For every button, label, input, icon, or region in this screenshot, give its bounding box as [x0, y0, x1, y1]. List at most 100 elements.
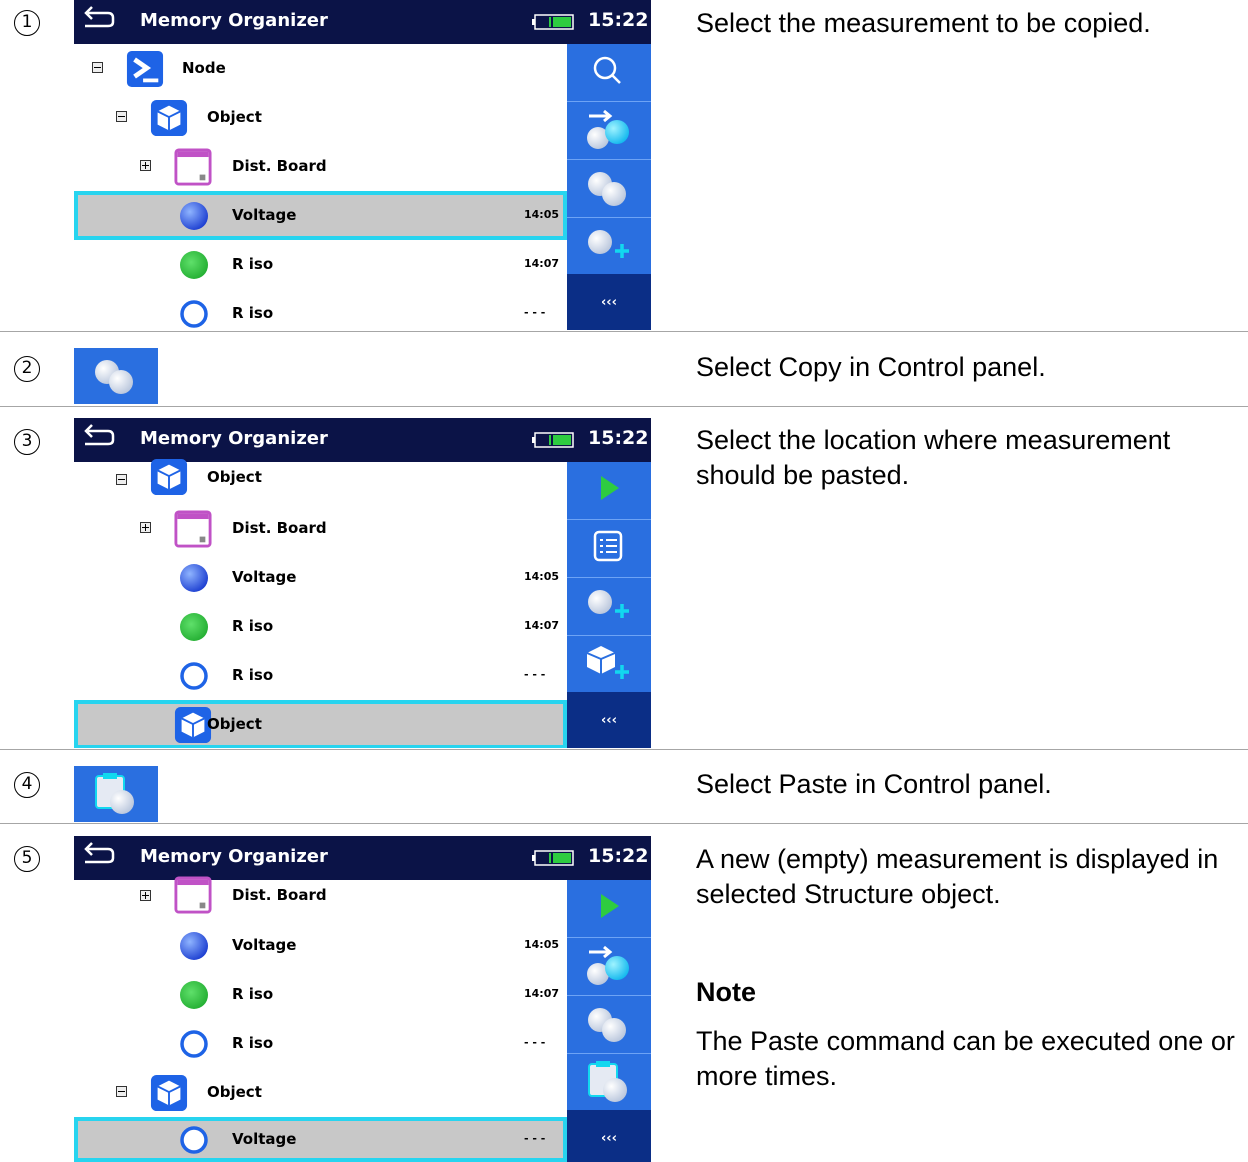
measurement-empty-icon [180, 1030, 208, 1058]
measurement-time: - - - [524, 306, 546, 319]
measurement-time: - - - [524, 1036, 546, 1049]
divider [0, 823, 1248, 824]
add-object-button[interactable] [567, 636, 651, 694]
paste-icon [583, 1060, 635, 1104]
copy-icon [583, 166, 635, 210]
tree-row-node[interactable]: Node [74, 44, 567, 93]
measurement-blue-icon [180, 564, 208, 592]
copy-button[interactable] [567, 160, 651, 218]
control-panel: ‹‹‹ [567, 462, 651, 748]
measurement-green-icon [180, 613, 208, 641]
tree-row-riso[interactable]: R iso 14:07 [74, 970, 567, 1019]
search-button[interactable] [567, 44, 651, 102]
tree-row-label: Voltage [232, 936, 297, 954]
collapse-icon[interactable] [92, 62, 103, 73]
battery-icon [532, 432, 574, 448]
measurement-time: 14:07 [524, 619, 560, 632]
add-object-icon [583, 642, 635, 686]
tree-row-label: Dist. Board [232, 886, 327, 904]
measurement-time: 14:07 [524, 987, 560, 1000]
tree-row-riso-empty[interactable]: R iso - - - [74, 1019, 567, 1068]
move-icon [583, 944, 635, 988]
collapse-icon[interactable] [116, 111, 127, 122]
step-5-description: A new (empty) measurement is displayed i… [696, 844, 1219, 909]
tree-row-label: R iso [232, 666, 274, 684]
tree-row-object[interactable]: Object [74, 93, 567, 142]
add-measurement-icon [583, 584, 635, 628]
tree-row-object[interactable]: Object [74, 456, 567, 505]
node-icon [126, 50, 164, 88]
collapse-icon[interactable] [116, 474, 127, 485]
start-button[interactable] [567, 880, 651, 938]
note-title: Note [696, 977, 756, 1007]
tree-row-label: Object [207, 468, 262, 486]
tree-row-label: Object [207, 108, 262, 126]
measurement-time: 14:05 [524, 208, 560, 221]
tree-row-voltage-new-selected[interactable]: Voltage - - - [74, 1117, 567, 1162]
expand-icon[interactable] [140, 890, 151, 901]
paste-button-large[interactable] [74, 766, 158, 822]
divider [0, 406, 1248, 407]
add-measurement-button[interactable] [567, 218, 651, 276]
collapse-icon[interactable] [116, 1086, 127, 1097]
divider [0, 749, 1248, 750]
tree-row-riso-empty[interactable]: R iso - - - [74, 651, 567, 700]
start-button[interactable] [567, 462, 651, 520]
battery-icon [532, 14, 574, 30]
screen-1: Memory Organizer 15:22 Node Object Dist.… [74, 0, 651, 330]
copy-icon [583, 1002, 635, 1046]
move-icon [583, 108, 635, 152]
back-arrow-icon[interactable] [82, 422, 116, 450]
tree-row-object[interactable]: Object [74, 1068, 567, 1117]
tree-row-label: Voltage [232, 1130, 297, 1148]
list-icon [583, 526, 635, 570]
view-button[interactable] [567, 520, 651, 578]
tree-row-label: R iso [232, 617, 274, 635]
screen-title: Memory Organizer [140, 846, 328, 867]
collapse-panel-button[interactable]: ‹‹‹ [567, 274, 651, 330]
measurement-empty-icon [180, 1126, 208, 1154]
collapse-panel-button[interactable]: ‹‹‹ [567, 692, 651, 748]
step-2-description: Select Copy in Control panel. [696, 352, 1046, 382]
measurement-time: 14:05 [524, 938, 560, 951]
tree-row-label: Node [182, 59, 226, 77]
step-number-2: 2 [14, 356, 40, 382]
clock: 15:22 [588, 9, 649, 31]
back-arrow-icon[interactable] [82, 4, 116, 32]
back-arrow-icon[interactable] [82, 840, 116, 868]
expand-icon[interactable] [140, 522, 151, 533]
tree-row-dist-board[interactable]: Dist. Board [74, 504, 567, 553]
copy-button[interactable] [567, 996, 651, 1054]
paste-button[interactable] [567, 1054, 651, 1112]
expand-icon[interactable] [140, 160, 151, 171]
tree-row-riso[interactable]: R iso 14:07 [74, 602, 567, 651]
tree-row-dist-board[interactable]: Dist. Board [74, 874, 567, 923]
tree-row-object-selected[interactable]: Object [74, 700, 567, 748]
tree-row-label: R iso [232, 304, 274, 322]
measurement-blue-icon [180, 932, 208, 960]
step-4-description: Select Paste in Control panel. [696, 769, 1052, 799]
screen-title: Memory Organizer [140, 428, 328, 449]
note-text: The Paste command can be executed one or… [696, 1026, 1235, 1091]
tree-row-voltage-selected[interactable]: Voltage 14:05 [74, 191, 567, 240]
tree-row-dist-board[interactable]: Dist. Board [74, 142, 567, 191]
tree-row-voltage[interactable]: Voltage 14:05 [74, 921, 567, 970]
tree-row-label: R iso [232, 985, 274, 1003]
tree-row-riso-empty[interactable]: R iso - - - [74, 289, 567, 330]
battery-icon [532, 850, 574, 866]
move-button[interactable] [567, 102, 651, 160]
tree-row-voltage[interactable]: Voltage 14:05 [74, 553, 567, 602]
move-button[interactable] [567, 938, 651, 996]
tree-row-label: Voltage [232, 568, 297, 586]
tree-row-riso[interactable]: R iso 14:07 [74, 240, 567, 289]
measurement-empty-icon [180, 662, 208, 690]
paste-icon [95, 772, 135, 815]
tree-row-label: Dist. Board [232, 519, 327, 537]
add-measurement-button[interactable] [567, 578, 651, 636]
copy-button-large[interactable] [74, 348, 158, 404]
tree-row-label: Voltage [232, 206, 297, 224]
collapse-panel-button[interactable]: ‹‹‹ [567, 1110, 651, 1162]
screen-3: Memory Organizer 15:22 Object Dist. Boar… [74, 418, 651, 748]
tree-row-label: Dist. Board [232, 157, 327, 175]
screen-title: Memory Organizer [140, 10, 328, 31]
